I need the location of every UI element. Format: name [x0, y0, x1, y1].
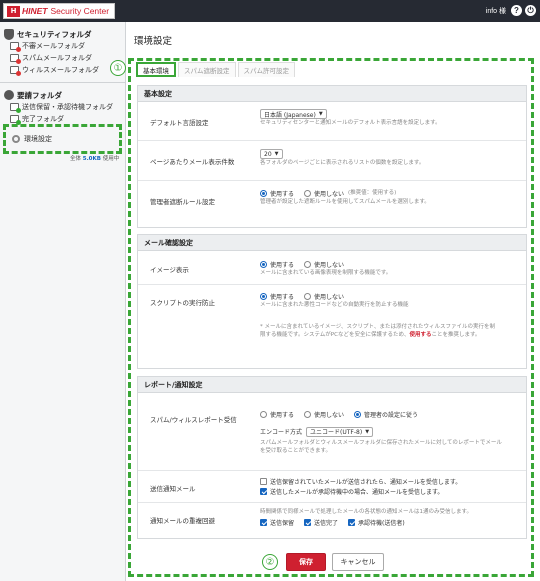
tab-spam-allow[interactable]: スパム許可設定 [237, 62, 295, 77]
script-hint: メールに含まれた悪性コードなどの自動実行を防止する機能 [260, 302, 409, 308]
shield-icon [4, 28, 14, 40]
basic-settings-panel: 基本設定 デフォルト言語設定 日本語 (Japanese) ▼ セキュリティセンタ… [137, 85, 527, 228]
logo-mark: H [7, 5, 20, 17]
user-name[interactable]: info 様 [486, 6, 506, 16]
logo[interactable]: H HINET Security Center [3, 3, 115, 19]
language-select[interactable]: 日本語 (Japanese) ▼ [260, 109, 327, 119]
send-notice-approval-checkbox[interactable] [260, 487, 267, 495]
send-notice-label: 送信通知メール [150, 485, 196, 493]
chevron-down-icon: ▼ [318, 111, 323, 117]
power-icon[interactable]: ⏻ [525, 5, 536, 16]
approval-folder-title[interactable]: 要請フォルダ [4, 89, 125, 101]
recommended-link: 使用する [409, 332, 432, 338]
top-bar: H HINET Security Center info 様 ? ⏻ [0, 0, 540, 22]
report-row: スパム/ウィルスレポート受信 使用する 使用しない 管理者の設定に従う エンコー… [138, 393, 526, 471]
duplicate-row: 通知メールの重複回避 時間関係で同様メールで処理したメールの各状態の通知メールは… [150, 509, 472, 527]
sidebar-item-settings[interactable]: 環境設定 [3, 124, 122, 154]
per-page-row: ページあたりメール表示件数 20 ▼ 各フォルダのページごとに表示されるリストの個… [138, 141, 526, 181]
send-notice-held-checkbox[interactable] [260, 477, 267, 485]
logo-product: Security Center [50, 6, 110, 16]
approval-folder-section: 要請フォルダ 送信保留・承認待機フォルダ 完了フォルダ [0, 83, 125, 125]
report-label: スパム/ウィルスレポート受信 [150, 416, 237, 424]
completed-mail-icon [10, 115, 21, 125]
per-page-label: ページあたりメール表示件数 [150, 158, 235, 166]
suspicious-mail-icon [10, 42, 21, 52]
language-hint: セキュリティセンターと通知メールのデフォルト表示言語を設定します。 [260, 120, 441, 126]
per-page-hint: 各フォルダのページごとに表示されるリストの個数を設定します。 [260, 160, 425, 166]
annotation-marker-1: ① [110, 60, 126, 76]
duplicate-hint: 時間関係で同様メールで処理したメールの各状態の通知メールは1通のみ受信します。 [260, 509, 472, 515]
admin-rule-hint: 管理者が設定した遮断ルールを使用してスパムメールを選別します。 [260, 199, 430, 205]
settings-tabs: 基本環境 スパム遮断設定 スパム許可設定 [136, 62, 297, 77]
annotation-marker-2: ② [262, 554, 278, 570]
report-admin-radio[interactable] [354, 410, 362, 418]
virus-mail-icon [10, 66, 21, 76]
gear-icon [12, 135, 20, 143]
image-nouse-radio[interactable] [304, 260, 312, 268]
sidebar-item-virus[interactable]: ウィルスメールフォルダ [4, 64, 125, 76]
admin-rule-note: (推奨値：使用する) [348, 190, 397, 196]
sidebar: セキュリティフォルダ 不審メールフォルダ スパムメールフォルダ ウィルスメールフ… [0, 22, 126, 581]
sidebar-item-spam[interactable]: スパムメールフォルダ [4, 52, 125, 64]
mail-check-heading: メール確認設定 [138, 235, 526, 251]
encoding-select[interactable]: ユニコード(UTF-8) ▼ [306, 426, 374, 437]
admin-rule-use-radio[interactable] [260, 189, 267, 197]
script-nouse-radio[interactable] [304, 292, 312, 300]
logo-brand: HINET [22, 6, 48, 16]
sidebar-item-suspicious[interactable]: 不審メールフォルダ [4, 40, 125, 52]
script-use-radio[interactable] [260, 292, 267, 300]
chevron-down-icon: ▼ [365, 428, 370, 435]
duplicate-approval-checkbox[interactable] [348, 518, 356, 526]
image-use-radio[interactable] [260, 260, 267, 268]
admin-rule-nouse-radio[interactable] [304, 189, 312, 197]
report-use-radio[interactable] [260, 410, 267, 418]
mail-check-note: * メールに含まれているイメージ、スクリプト、または添付されたウィルスファイルの… [260, 324, 495, 338]
tab-basic[interactable]: 基本環境 [136, 62, 176, 77]
image-row: イメージ表示 使用する 使用しない メールに含まれている画像表現を制限する機能で… [138, 251, 526, 285]
basic-settings-heading: 基本設定 [138, 86, 526, 102]
sidebar-item-pending[interactable]: 送信保留・承認待機フォルダ [4, 101, 125, 113]
duplicate-sent-checkbox[interactable] [304, 518, 312, 526]
user-icon [4, 90, 14, 100]
duplicate-label: 通知メールの重複回避 [150, 517, 215, 525]
script-row: スクリプトの実行防止 使用する 使用しない メールに含まれた悪性コードなどの自動… [150, 292, 495, 338]
language-row: デフォルト言語設定 日本語 (Japanese) ▼ セキュリティセンターと通知メ… [138, 102, 526, 141]
send-notice-row: 送信通知メール 送信保留されていたメールが送信されたら、通知メールを受信します。… [138, 471, 526, 503]
script-label: スクリプトの実行防止 [150, 299, 215, 307]
admin-rule-label: 管理者遮断ルール設定 [150, 198, 215, 206]
per-page-select[interactable]: 20 ▼ [260, 149, 283, 159]
mail-check-panel: メール確認設定 イメージ表示 使用する 使用しない メールに含まれている画像表現… [137, 234, 527, 369]
chevron-down-icon: ▼ [274, 151, 279, 157]
tab-spam-block[interactable]: スパム遮断設定 [178, 62, 236, 77]
page-title: 環境設定 [134, 36, 173, 47]
security-folder-section: セキュリティフォルダ 不審メールフォルダ スパムメールフォルダ ウィルスメールフ… [0, 22, 125, 76]
save-button[interactable]: 保存 [286, 553, 326, 571]
image-hint: メールに含まれている画像表現を制限する機能です。 [260, 270, 392, 276]
cancel-button[interactable]: キャンセル [332, 553, 384, 571]
duplicate-held-checkbox[interactable] [260, 518, 267, 526]
admin-rule-row: 管理者遮断ルール設定 使用する 使用しない (推奨値：使用する) 管理者が設定し… [150, 189, 430, 206]
help-icon[interactable]: ? [511, 5, 522, 16]
encoding-label: エンコード方式 [260, 429, 303, 436]
pending-mail-icon [10, 103, 21, 113]
spam-mail-icon [10, 54, 21, 64]
report-panel: レポート/通知設定 スパム/ウィルスレポート受信 使用する 使用しない 管理者の… [137, 376, 527, 539]
security-folder-title[interactable]: セキュリティフォルダ [4, 28, 125, 40]
image-label: イメージ表示 [150, 266, 189, 274]
report-nouse-radio[interactable] [304, 410, 312, 418]
report-heading: レポート/通知設定 [138, 377, 526, 393]
language-label: デフォルト言語設定 [150, 119, 209, 127]
storage-usage: 全体 5.0KB 使用中 [70, 156, 120, 162]
report-hint: スパムメールフォルダとウィルスメールフォルダに保存されたメールに対してのレポート… [260, 440, 502, 454]
